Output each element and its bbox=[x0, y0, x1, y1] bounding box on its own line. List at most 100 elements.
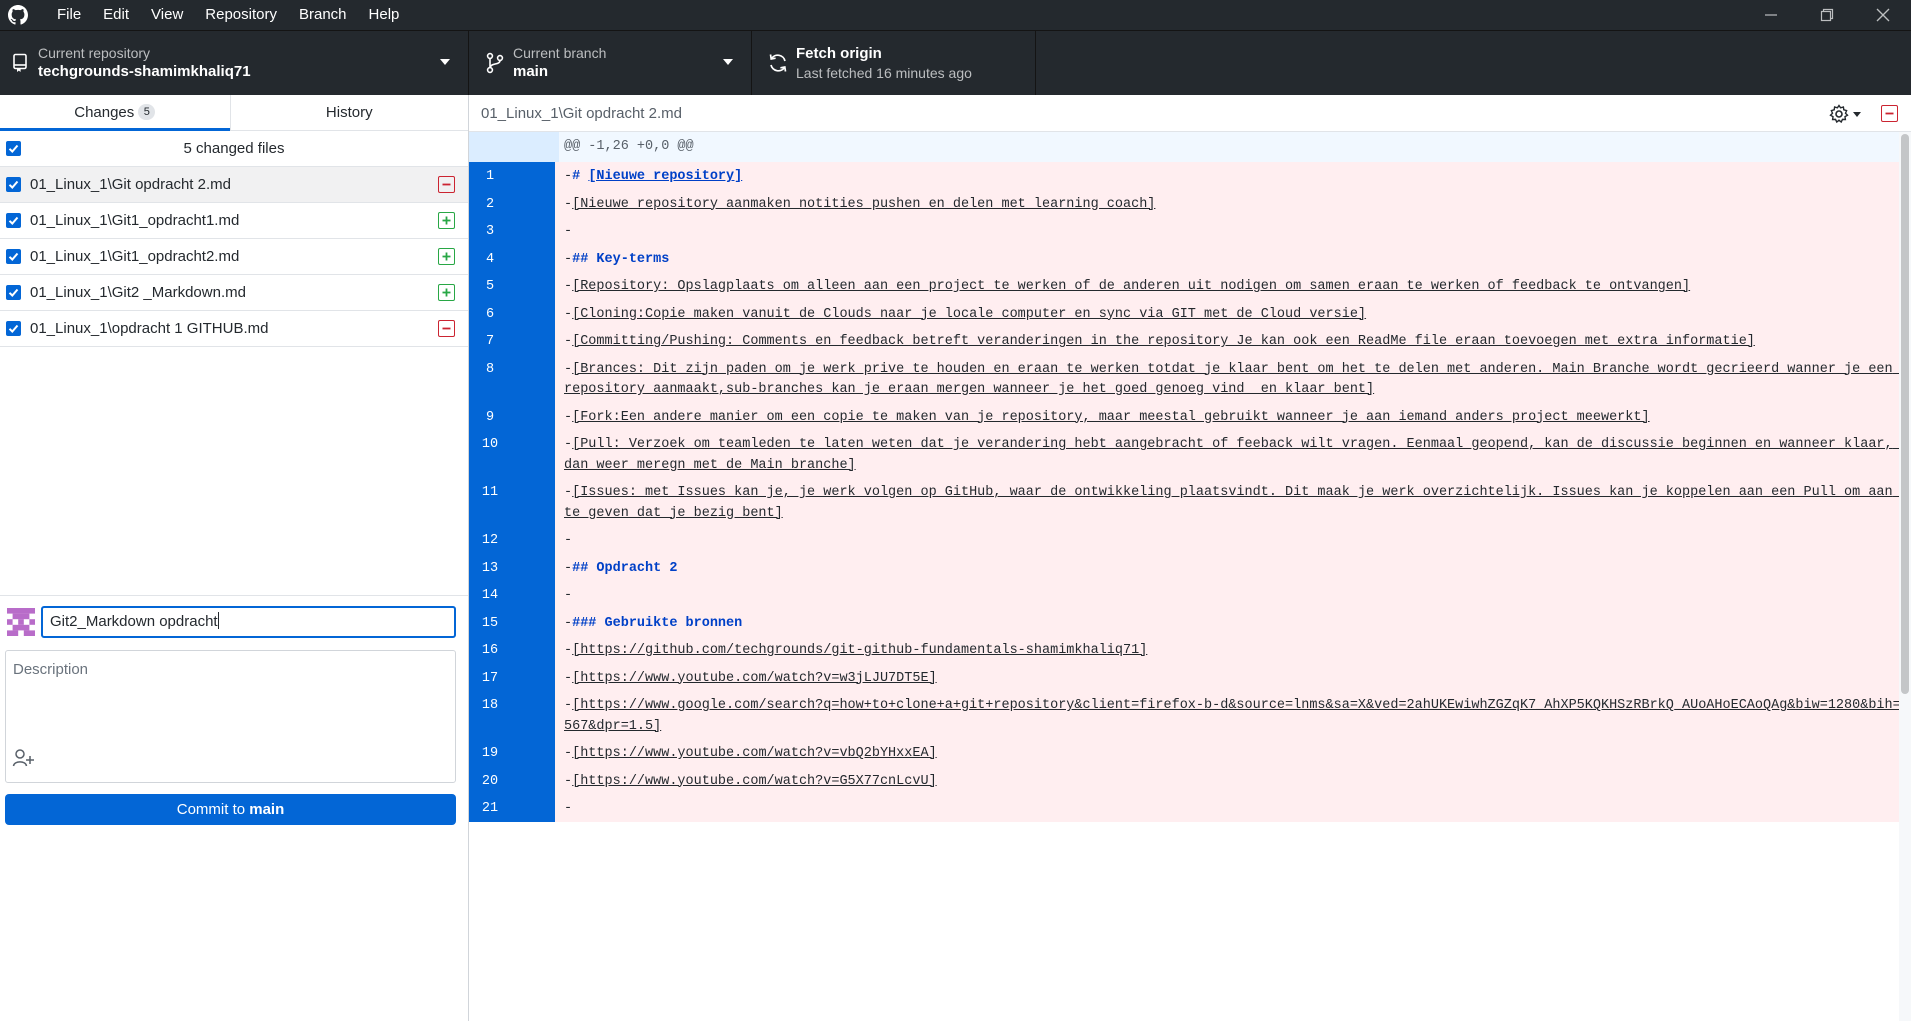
diff-line-prefix: - bbox=[564, 361, 573, 377]
diff-line[interactable]: 12 - bbox=[469, 526, 1911, 554]
close-window-button[interactable] bbox=[1855, 0, 1911, 30]
select-all-checkbox[interactable] bbox=[6, 141, 21, 156]
file-name: 01_Linux_1\Git2 _Markdown.md bbox=[30, 284, 246, 301]
menu-file[interactable]: File bbox=[46, 0, 92, 30]
diff-file-path: 01_Linux_1\Git opdracht 2.md bbox=[481, 104, 682, 122]
menu-help[interactable]: Help bbox=[358, 0, 411, 30]
new-line-number bbox=[511, 272, 553, 300]
diff-line-text: [https://www.youtube.com/watch?v=w3jLJU7… bbox=[572, 670, 937, 686]
diff-line-text: ### Gebruikte bronnen bbox=[572, 615, 743, 631]
new-line-number bbox=[511, 526, 553, 554]
diff-line[interactable]: 3- bbox=[469, 217, 1911, 245]
file-checkbox[interactable] bbox=[6, 249, 21, 264]
diff-view: 01_Linux_1\Git opdracht 2.md @@ -1,26 +0… bbox=[469, 95, 1911, 1021]
diff-settings-button[interactable] bbox=[1829, 104, 1861, 124]
close-icon bbox=[1876, 8, 1890, 22]
diff-line[interactable]: 13 -## Opdracht 2 bbox=[469, 553, 1911, 581]
scrollbar-thumb[interactable] bbox=[1901, 134, 1909, 694]
diff-line[interactable]: 21 - bbox=[469, 794, 1911, 822]
diff-line[interactable]: 7 -[Committing/Pushing: Comments en feedb… bbox=[469, 327, 1911, 355]
old-line-number: 21 bbox=[469, 794, 511, 822]
diff-line-prefix: - bbox=[564, 773, 573, 789]
file-checkbox[interactable] bbox=[6, 321, 21, 336]
file-checkbox[interactable] bbox=[6, 177, 21, 192]
avatar bbox=[7, 608, 35, 636]
old-line-number: 4 bbox=[469, 244, 511, 272]
new-line-number bbox=[511, 691, 553, 739]
new-line-number bbox=[511, 162, 553, 190]
old-line-number: 1 bbox=[469, 162, 511, 190]
diff-line-prefix: - bbox=[564, 615, 573, 631]
check-icon bbox=[8, 216, 19, 225]
menu-repository[interactable]: Repository bbox=[194, 0, 288, 30]
hunk-header[interactable]: @@ -1,26 +0,0 @@ bbox=[469, 132, 1911, 162]
diff-line[interactable]: 18 -[https://www.google.com/search?q=how+… bbox=[469, 691, 1911, 739]
diff-scrollbar[interactable] bbox=[1899, 132, 1911, 1021]
diff-line-prefix: - bbox=[564, 437, 573, 452]
old-line-number: 18 bbox=[469, 691, 511, 739]
current-branch-button[interactable]: Current branch main bbox=[469, 31, 752, 95]
diff-line[interactable]: 19 -[https://www.youtube.com/watch?v=vbQ2… bbox=[469, 739, 1911, 767]
minimize-button[interactable] bbox=[1743, 0, 1799, 30]
changed-files-list: 01_Linux_1\Git opdracht 2.md 01_Linux_1\… bbox=[0, 167, 468, 347]
tab-history[interactable]: History bbox=[229, 95, 468, 130]
diff-line-content: -[Committing/Pushing: Comments en feedba… bbox=[559, 327, 1911, 355]
commit-summary-value: Git2_Markdown opdracht bbox=[50, 613, 218, 630]
list-item[interactable]: 01_Linux_1\Git1_opdracht1.md bbox=[0, 203, 468, 239]
changed-files-count: 5 changed files bbox=[183, 140, 285, 157]
file-checkbox[interactable] bbox=[6, 285, 21, 300]
diff-line[interactable]: 1 -# [Nieuwe repository] bbox=[469, 162, 1911, 190]
old-line-number: 9 bbox=[469, 402, 511, 430]
check-icon bbox=[8, 144, 19, 153]
add-coauthor-icon[interactable] bbox=[12, 748, 36, 773]
list-item[interactable]: 01_Linux_1\Git1_opdracht2.md bbox=[0, 239, 468, 275]
new-line-number bbox=[511, 327, 553, 355]
diff-line[interactable]: 9 -[Fork:Een andere manier om een copie t… bbox=[469, 402, 1911, 430]
list-item[interactable]: 01_Linux_1\Git2 _Markdown.md bbox=[0, 275, 468, 311]
menu-view[interactable]: View bbox=[140, 0, 194, 30]
diff-line[interactable]: 17 -[https://www.youtube.com/watch?v=w3jL… bbox=[469, 663, 1911, 691]
new-line-number bbox=[511, 553, 553, 581]
menu-branch[interactable]: Branch bbox=[288, 0, 358, 30]
diff-line[interactable]: 10 -[Pull: Verzoek om teamleden te laten … bbox=[469, 430, 1911, 478]
changes-count-badge: 5 bbox=[138, 104, 156, 120]
new-line-number bbox=[511, 189, 553, 217]
file-name: 01_Linux_1\Git1_opdracht2.md bbox=[30, 248, 240, 265]
diff-line[interactable]: 16 -[https://github.com/techgrounds/git-g… bbox=[469, 636, 1911, 664]
diff-line[interactable]: 6 -[Cloning:Copie maken vanuit de Clouds … bbox=[469, 299, 1911, 327]
commit-button[interactable]: Commit to main bbox=[5, 794, 456, 825]
changed-files-header: 5 changed files bbox=[0, 131, 468, 167]
diff-line[interactable]: 5 -[Repository: Opslagplaats om alleen aa… bbox=[469, 272, 1911, 300]
file-checkbox[interactable] bbox=[6, 213, 21, 228]
commit-summary-input[interactable]: Git2_Markdown opdracht bbox=[41, 606, 456, 638]
diff-line[interactable]: 2 -[Nieuwe repository aanmaken notities p… bbox=[469, 189, 1911, 217]
diff-line[interactable]: 20 -[https://www.youtube.com/watch?v=G5X7… bbox=[469, 766, 1911, 794]
file-name: 01_Linux_1\Git opdracht 2.md bbox=[30, 176, 231, 193]
diff-line[interactable]: 4 -## Key-terms bbox=[469, 244, 1911, 272]
list-item[interactable]: 01_Linux_1\Git opdracht 2.md bbox=[0, 167, 468, 203]
menu-edit[interactable]: Edit bbox=[92, 0, 140, 30]
diff-line-prefix: - bbox=[564, 698, 573, 713]
restore-button[interactable] bbox=[1799, 0, 1855, 30]
new-line-number bbox=[511, 766, 553, 794]
diff-line[interactable]: 15 -### Gebruikte bronnen bbox=[469, 608, 1911, 636]
new-line-number bbox=[511, 663, 553, 691]
commit-button-label: Commit to bbox=[176, 801, 250, 818]
diff-line-content: -[Repository: Opslagplaats om alleen aan… bbox=[559, 272, 1911, 300]
diff-line-content: - bbox=[559, 217, 1911, 245]
new-line-number bbox=[511, 581, 553, 609]
list-item[interactable]: 01_Linux_1\opdracht 1 GITHUB.md bbox=[0, 311, 468, 347]
new-line-number bbox=[511, 217, 553, 245]
commit-description-field[interactable]: Description bbox=[5, 650, 456, 783]
file-added-icon bbox=[438, 284, 455, 301]
diff-line[interactable]: 11 -[Issues: met Issues kan je, je werk v… bbox=[469, 478, 1911, 526]
diff-line[interactable]: 8 -[Brances: Dit zijn paden om je werk pr… bbox=[469, 354, 1911, 403]
old-line-number: 20 bbox=[469, 766, 511, 794]
diff-line[interactable]: 14 - bbox=[469, 581, 1911, 609]
branch-icon bbox=[477, 52, 513, 74]
diff-line-text: ## Key-terms bbox=[572, 251, 670, 267]
current-repository-button[interactable]: Current repository techgrounds-shamimkha… bbox=[0, 31, 469, 95]
fetch-origin-button[interactable]: Fetch origin Last fetched 16 minutes ago bbox=[752, 31, 1036, 95]
tab-changes[interactable]: Changes 5 bbox=[0, 95, 230, 131]
old-line-number: 19 bbox=[469, 739, 511, 767]
